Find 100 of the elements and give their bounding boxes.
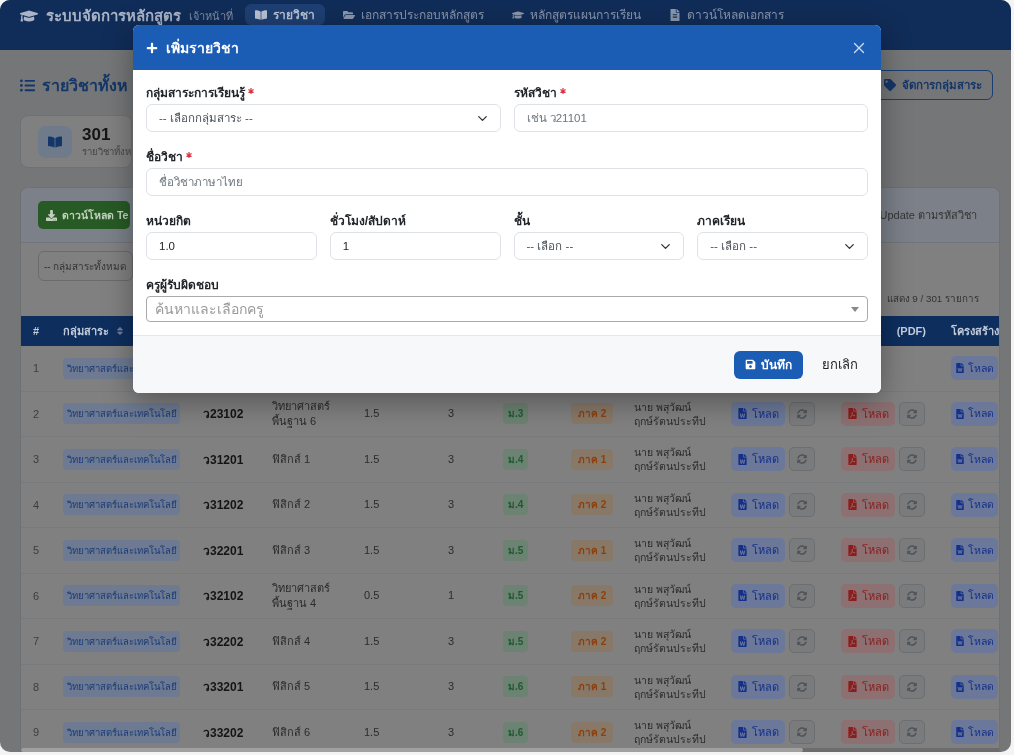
table-cell-text: นาย พสุวัฒน์ ฤกษ์รัตนประทีป (634, 581, 707, 610)
download-structure-button[interactable]: โหลด (951, 629, 998, 654)
download-structure-button[interactable]: โหลด (951, 538, 998, 563)
refresh-button[interactable] (899, 538, 925, 563)
pdf-file-icon (847, 408, 858, 420)
cancel-button[interactable]: ยกเลิก (812, 350, 868, 379)
word-file-icon (955, 454, 965, 465)
refresh-icon (797, 681, 807, 692)
download-pdf-button[interactable]: โหลด (841, 583, 895, 608)
word-file-icon (737, 681, 748, 693)
refresh-button[interactable] (899, 447, 925, 472)
table-cell: 1.5 (364, 451, 380, 467)
group-tag: วิทยาศาสตร์และเทคโนโลยี (63, 403, 180, 425)
download-word-button[interactable]: โหลด (731, 674, 785, 699)
table-cell: 0.5 (364, 588, 380, 604)
download-structure-button[interactable]: โหลด (951, 356, 998, 381)
page-title: รายวิชาทั้งห (42, 72, 128, 98)
input-field[interactable]: เช่น ว21101 (513, 104, 868, 132)
row-number: 3 (33, 453, 40, 466)
search-select[interactable]: ค้นหาและเลือกครู (146, 296, 868, 322)
row-number: 8 (33, 680, 40, 693)
dialog-title: เพิ่มรายวิชา (166, 37, 239, 58)
download-word-button[interactable]: โหลด (731, 401, 785, 426)
word-file-icon (737, 590, 748, 602)
term-badge: ภาค 2 (571, 403, 614, 425)
dropdown[interactable]: -- เลือก -- (513, 232, 685, 260)
open-book-icon (38, 125, 72, 158)
app-title: ระบบจัดการหลักสูตร (46, 6, 181, 27)
nav-tab[interactable]: รายวิชา (245, 4, 325, 25)
refresh-button[interactable] (899, 401, 925, 426)
table-cell-text: ว33202 (203, 724, 244, 742)
download-structure-button[interactable]: โหลด (951, 583, 998, 608)
refresh-icon (907, 590, 917, 601)
save-button[interactable]: บันทึก (734, 350, 803, 379)
input-field[interactable]: ชื่อวิชาภาษาไทย (146, 168, 868, 196)
refresh-button[interactable] (899, 720, 925, 745)
download-pdf-button[interactable]: โหลด (841, 674, 895, 699)
refresh-button[interactable] (899, 583, 925, 608)
refresh-button[interactable] (789, 674, 815, 699)
download-word-button[interactable]: โหลด (731, 447, 785, 472)
grade-badge: ม.6 (503, 721, 529, 743)
download-pdf-button[interactable]: โหลด (841, 447, 895, 472)
refresh-button[interactable] (899, 492, 925, 517)
download-word-button[interactable]: โหลด (731, 629, 785, 654)
column-header[interactable]: กลุ่มสาระ (63, 322, 109, 340)
refresh-icon (797, 454, 807, 465)
download-structure-button[interactable]: โหลด (951, 492, 998, 517)
refresh-button[interactable] (789, 583, 815, 608)
pdf-file-icon (847, 499, 858, 511)
group-tag: วิทยาศาสตร์และเทคโนโลยี (63, 630, 180, 652)
refresh-icon (907, 408, 917, 419)
refresh-icon (907, 636, 917, 647)
download-word-button[interactable]: โหลด (731, 720, 785, 745)
download-structure-button[interactable]: โหลด (951, 720, 998, 745)
nav-tab[interactable]: ดาวน์โหลดเอกสาร (659, 4, 794, 25)
field-label: รหัสวิชา (513, 86, 557, 100)
download-pdf-button[interactable]: โหลด (841, 492, 895, 517)
table-cell-text: นาย พสุวัฒน์ ฤกษ์รัตนประทีป (634, 718, 707, 747)
group-tag: วิทยาศาสตร์และเทคโนโลยี (63, 448, 180, 470)
nav-tab[interactable]: หลักสูตรแผนการเรียน (502, 4, 651, 25)
refresh-button[interactable] (899, 674, 925, 699)
download-pdf-button[interactable]: โหลด (841, 629, 895, 654)
download-template-button[interactable]: ดาวน์โหลด Te (38, 201, 131, 229)
download-pdf-button[interactable]: โหลด (841, 538, 895, 563)
download-structure-button[interactable]: โหลด (951, 674, 998, 699)
input-field[interactable]: 1.0 (146, 232, 317, 260)
document-icon (669, 8, 681, 21)
refresh-button[interactable] (789, 629, 815, 654)
refresh-button[interactable] (899, 629, 925, 654)
download-word-button[interactable]: โหลด (731, 492, 785, 517)
sort-icon[interactable] (115, 326, 125, 336)
table-cell: ฟิสิกส์ 1 (272, 451, 311, 467)
download-word-button[interactable]: โหลด (731, 538, 785, 563)
refresh-button[interactable] (789, 538, 815, 563)
dropdown[interactable]: -- เลือก -- (697, 232, 868, 260)
download-pdf-button[interactable]: โหลด (841, 401, 895, 426)
download-word-button[interactable]: โหลด (731, 583, 785, 608)
row-number: 2 (33, 407, 40, 420)
field-label: ชั่วโมง/สัปดาห์ (329, 214, 407, 228)
refresh-button[interactable] (789, 720, 815, 745)
horizontal-scrollbar[interactable] (21, 748, 999, 752)
refresh-button[interactable] (789, 401, 815, 426)
download-structure-button[interactable]: โหลด (951, 447, 998, 472)
table-cell-text: ว33201 (203, 679, 244, 697)
download-structure-button[interactable]: โหลด (951, 401, 998, 426)
refresh-button[interactable] (789, 492, 815, 517)
download-pdf-button[interactable]: โหลด (841, 720, 895, 745)
pdf-file-icon (847, 681, 858, 693)
refresh-icon (907, 499, 917, 510)
input-field[interactable]: 1 (329, 232, 501, 260)
term-badge: ภาค 2 (571, 630, 614, 652)
table-cell: 1.5 (364, 724, 380, 740)
row-number: 5 (33, 544, 40, 557)
folder-icon (343, 8, 355, 21)
refresh-icon (907, 545, 917, 556)
dropdown[interactable]: -- เลือกกลุ่มสาระ -- (146, 104, 501, 132)
refresh-button[interactable] (789, 447, 815, 472)
nav-tab[interactable]: เอกสารประกอบหลักสูตร (333, 4, 494, 25)
column-header: โครงสร้าง (951, 323, 999, 339)
word-file-icon (955, 681, 965, 692)
